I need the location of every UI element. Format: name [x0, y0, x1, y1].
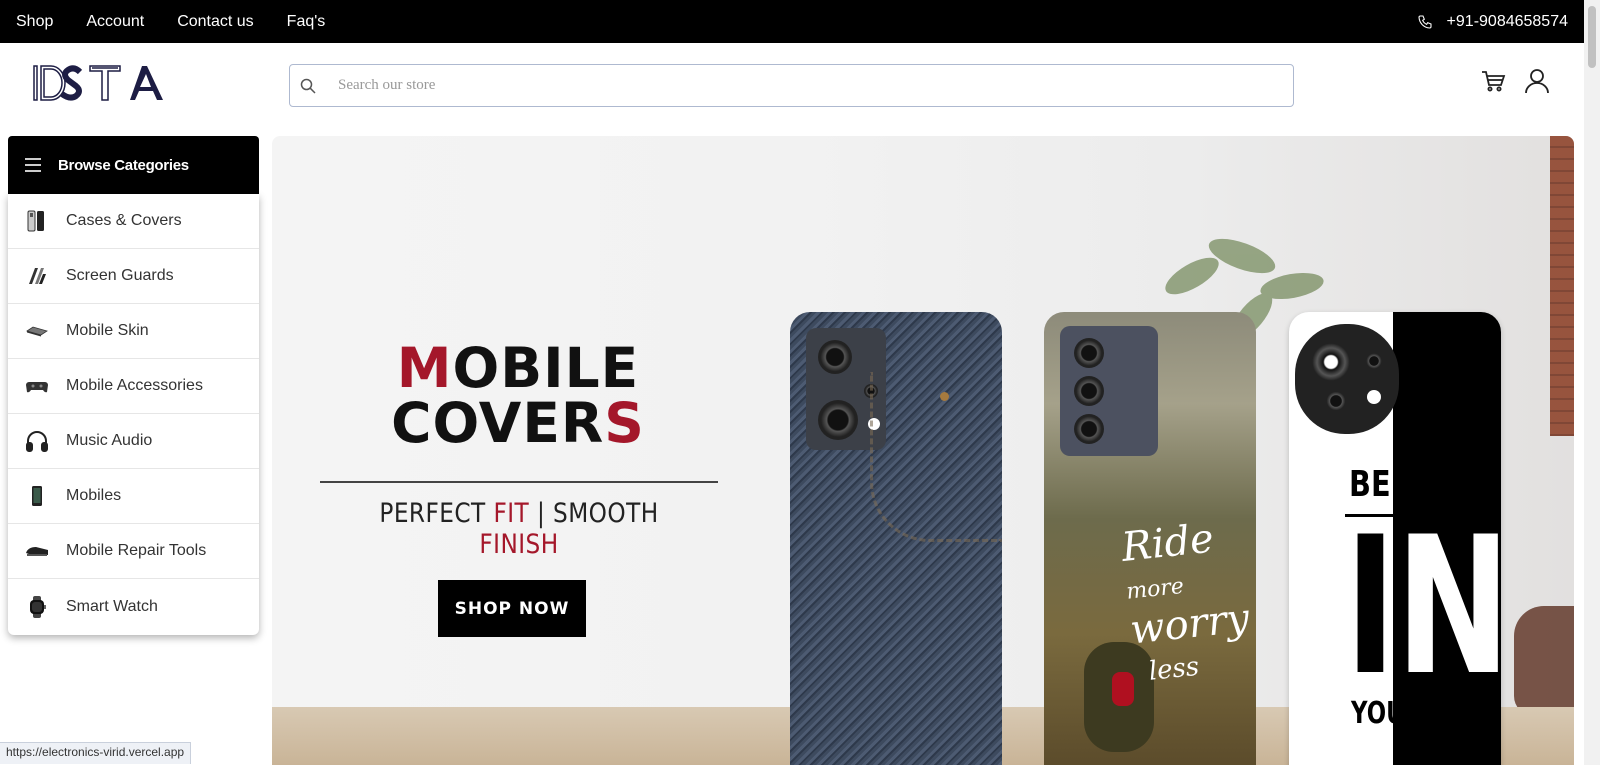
screen-guard-icon: [29, 268, 46, 284]
category-mobile-repair-tools[interactable]: Mobile Repair Tools: [8, 524, 259, 579]
denim-phone-case: [790, 312, 1002, 765]
nav-contact-us[interactable]: Contact us: [177, 13, 253, 31]
category-mobiles[interactable]: Mobiles: [8, 469, 259, 524]
camera-module: [1295, 324, 1399, 434]
phone-case-icon: [27, 210, 44, 232]
title-letter-s: S: [604, 391, 645, 455]
page-scrollbar[interactable]: [1584, 0, 1600, 765]
category-label: Mobile Skin: [66, 322, 149, 339]
category-label: Smart Watch: [66, 597, 158, 615]
category-label: Cases & Covers: [66, 212, 182, 229]
status-url: https://electronics-virid.vercel.app: [0, 742, 192, 764]
headphones-icon: [26, 431, 48, 452]
browse-categories-title: Browse Categories: [58, 156, 189, 174]
mobile-skin-icon: [26, 326, 48, 337]
banner-subtitle: PERFECT FIT | SMOOTH FINISH: [348, 498, 690, 560]
category-label: Music Audio: [66, 432, 153, 449]
yourself-text: YOURSELF: [1351, 696, 1485, 731]
hero-banner[interactable]: MOBILE COVERS PERFECT FIT | SMOOTH FINIS…: [272, 136, 1574, 765]
search-bar: [289, 64, 1294, 107]
cart-icon[interactable]: [1480, 68, 1506, 94]
title-line2-rest: COVER: [391, 391, 605, 455]
nav-shop[interactable]: Shop: [16, 13, 53, 31]
category-screen-guards[interactable]: Screen Guards: [8, 249, 259, 304]
user-icon[interactable]: [1524, 68, 1550, 94]
top-nav: Shop Account Contact us Faq's: [16, 13, 325, 31]
nav-account[interactable]: Account: [86, 13, 144, 31]
chair-decoration: [1514, 606, 1574, 716]
smartphone-icon: [32, 486, 42, 506]
category-cases-covers[interactable]: Cases & Covers: [8, 194, 259, 249]
sub-perfect: PERFECT: [379, 498, 486, 529]
repair-tool-icon: [26, 547, 48, 556]
category-label: Screen Guards: [66, 267, 174, 284]
camera-module: [1060, 326, 1158, 456]
search-icon: [300, 78, 316, 94]
search-input[interactable]: [338, 77, 1238, 94]
nav-faqs[interactable]: Faq's: [287, 13, 326, 31]
dsta-logo[interactable]: [32, 60, 167, 106]
believe-phone-case: BELIEVE IN YOURSELF: [1289, 312, 1501, 765]
scrollbar-thumb[interactable]: [1588, 6, 1596, 68]
smartwatch-icon: [30, 595, 46, 618]
banner-divider: [320, 481, 718, 483]
gamepad-icon: [26, 382, 48, 393]
category-label: Mobile Accessories: [66, 377, 203, 394]
header-icons: [1480, 68, 1550, 94]
shop-now-button[interactable]: SHOP NOW: [438, 580, 586, 637]
category-label: Mobile Repair Tools: [66, 542, 207, 559]
sub-finish: FINISH: [479, 529, 559, 560]
motorcycle-phone-case: Ride more worry less: [1044, 312, 1256, 765]
top-bar: Shop Account Contact us Faq's +91-908465…: [0, 0, 1584, 43]
category-smart-watch[interactable]: Smart Watch: [8, 579, 259, 634]
sub-separator: |: [536, 498, 546, 529]
ride-more-worry-less-text: Ride more worry less: [1119, 515, 1252, 687]
brick-wall-decoration: [1550, 136, 1574, 436]
category-mobile-skin[interactable]: Mobile Skin: [8, 304, 259, 359]
category-label: Mobiles: [66, 487, 122, 504]
category-music-audio[interactable]: Music Audio: [8, 414, 259, 469]
hamburger-menu-icon: [25, 158, 41, 172]
browse-categories-header[interactable]: Browse Categories: [8, 136, 259, 194]
category-mobile-accessories[interactable]: Mobile Accessories: [8, 359, 259, 414]
sub-smooth: SMOOTH: [553, 498, 659, 529]
banner-title: MOBILE COVERS: [368, 341, 668, 451]
phone-number: +91-9084658574: [1446, 12, 1568, 30]
phone-contact[interactable]: +91-9084658574: [1417, 13, 1568, 31]
category-list: Cases & Covers Screen Guards Mobile Skin…: [8, 194, 259, 635]
phone-icon: [1418, 14, 1432, 29]
in-text: IN: [1345, 496, 1501, 717]
sub-fit: FIT: [493, 498, 530, 529]
